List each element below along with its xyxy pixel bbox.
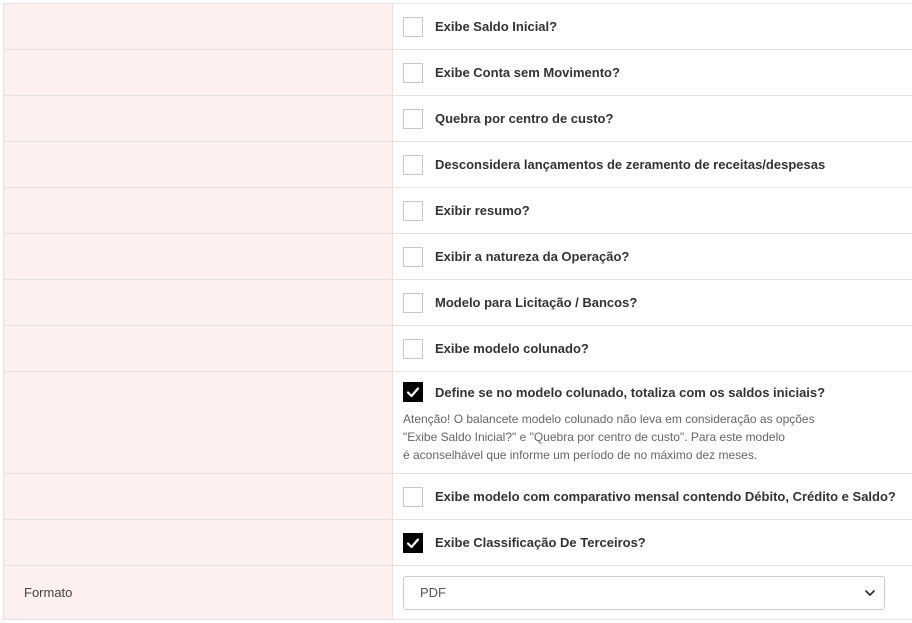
checkbox-comparativo-mensal[interactable]	[403, 486, 423, 507]
note-line: é aconselhável que informe um período de…	[403, 448, 758, 462]
checkbox-label: Exibe Conta sem Movimento?	[435, 65, 620, 80]
option-row: Exibir a natureza da Operação?	[3, 234, 912, 280]
checkbox-line: Exibe Conta sem Movimento?	[403, 62, 912, 83]
label-cell	[3, 50, 393, 95]
value-cell: Exibe modelo com comparativo mensal cont…	[393, 474, 912, 519]
value-cell: PDF	[393, 566, 912, 619]
checkbox-line: Exibe Classificação De Terceiros?	[403, 532, 912, 553]
option-row: Desconsidera lançamentos de zeramento de…	[3, 142, 912, 188]
checkbox-line: Exibe modelo com comparativo mensal cont…	[403, 486, 912, 507]
formato-row: Formato PDF	[3, 566, 912, 620]
option-row: Exibe Conta sem Movimento?	[3, 50, 912, 96]
value-cell: Exibe modelo colunado?	[393, 326, 912, 371]
checkbox-line: Desconsidera lançamentos de zeramento de…	[403, 154, 912, 175]
label-cell	[3, 372, 393, 473]
checkbox-line: Exibir a natureza da Operação?	[403, 246, 912, 267]
warning-note: Atenção! O balancete modelo colunado não…	[403, 410, 912, 464]
checkbox-line: Exibir resumo?	[403, 200, 912, 221]
checkbox-line: Exibe modelo colunado?	[403, 338, 912, 359]
checkmark-icon	[406, 537, 420, 548]
option-row: Exibe Saldo Inicial?	[3, 4, 912, 50]
checkbox-label: Desconsidera lançamentos de zeramento de…	[435, 157, 826, 172]
checkbox-label: Exibe Saldo Inicial?	[435, 19, 558, 34]
label-cell	[3, 96, 393, 141]
checkbox-label: Exibir resumo?	[435, 203, 530, 218]
report-options-form: Exibe Saldo Inicial? Exibe Conta sem Mov…	[3, 3, 912, 620]
checkbox-label: Quebra por centro de custo?	[435, 111, 614, 126]
checkbox-totaliza-saldos-iniciais[interactable]	[403, 382, 423, 402]
option-row: Quebra por centro de custo?	[3, 96, 912, 142]
checkbox-exibe-modelo-colunado[interactable]	[403, 338, 423, 359]
value-cell: Exibe Classificação De Terceiros?	[393, 520, 912, 565]
value-cell: Exibir resumo?	[393, 188, 912, 233]
value-cell: Exibe Conta sem Movimento?	[393, 50, 912, 95]
value-cell: Exibe Saldo Inicial?	[393, 4, 912, 49]
checkbox-label: Exibir a natureza da Operação?	[435, 249, 630, 264]
value-cell: Modelo para Licitação / Bancos?	[393, 280, 912, 325]
checkbox-desconsidera-zeramento[interactable]	[403, 154, 423, 175]
checkbox-label: Exibe modelo com comparativo mensal cont…	[435, 489, 896, 504]
option-row: Modelo para Licitação / Bancos?	[3, 280, 912, 326]
note-line: Atenção! O balancete modelo colunado não…	[403, 412, 815, 426]
checkbox-exibir-natureza-operacao[interactable]	[403, 246, 423, 267]
option-row: Exibe modelo colunado?	[3, 326, 912, 372]
checkbox-line: Quebra por centro de custo?	[403, 108, 912, 129]
formato-select[interactable]: PDF	[403, 575, 885, 610]
option-row: Exibe Classificação De Terceiros?	[3, 520, 912, 566]
value-cell: Exibir a natureza da Operação?	[393, 234, 912, 279]
checkbox-line: Define se no modelo colunado, totaliza c…	[403, 382, 912, 402]
label-cell	[3, 188, 393, 233]
label-cell	[3, 474, 393, 519]
label-cell	[3, 142, 393, 187]
checkbox-label: Define se no modelo colunado, totaliza c…	[435, 384, 826, 400]
formato-selected-value: PDF	[420, 585, 446, 600]
chevron-down-icon	[865, 589, 875, 596]
checkbox-exibe-conta-sem-movimento[interactable]	[403, 62, 423, 83]
label-cell	[3, 326, 393, 371]
checkmark-icon	[406, 387, 420, 398]
option-row: Exibir resumo?	[3, 188, 912, 234]
checkbox-exibe-saldo-inicial[interactable]	[403, 16, 423, 37]
label-cell	[3, 4, 393, 49]
label-cell	[3, 520, 393, 565]
note-line: "Exibe Saldo Inicial?" e "Quebra por cen…	[403, 430, 785, 444]
value-cell: Desconsidera lançamentos de zeramento de…	[393, 142, 912, 187]
checkbox-line: Exibe Saldo Inicial?	[403, 16, 912, 37]
checkbox-label: Modelo para Licitação / Bancos?	[435, 295, 638, 310]
formato-label: Formato	[3, 566, 393, 619]
option-row: Exibe modelo com comparativo mensal cont…	[3, 474, 912, 520]
checkbox-label: Exibe modelo colunado?	[435, 341, 589, 356]
checkbox-label: Exibe Classificação De Terceiros?	[435, 535, 646, 550]
checkbox-classificacao-terceiros[interactable]	[403, 532, 423, 553]
label-cell	[3, 280, 393, 325]
value-cell: Define se no modelo colunado, totaliza c…	[393, 372, 912, 474]
checkbox-exibir-resumo[interactable]	[403, 200, 423, 221]
checkbox-quebra-centro-custo[interactable]	[403, 108, 423, 129]
option-row: Define se no modelo colunado, totaliza c…	[3, 372, 912, 474]
checkbox-line: Modelo para Licitação / Bancos?	[403, 292, 912, 313]
value-cell: Quebra por centro de custo?	[393, 96, 912, 141]
label-cell	[3, 234, 393, 279]
checkbox-modelo-licitacao-bancos[interactable]	[403, 292, 423, 313]
